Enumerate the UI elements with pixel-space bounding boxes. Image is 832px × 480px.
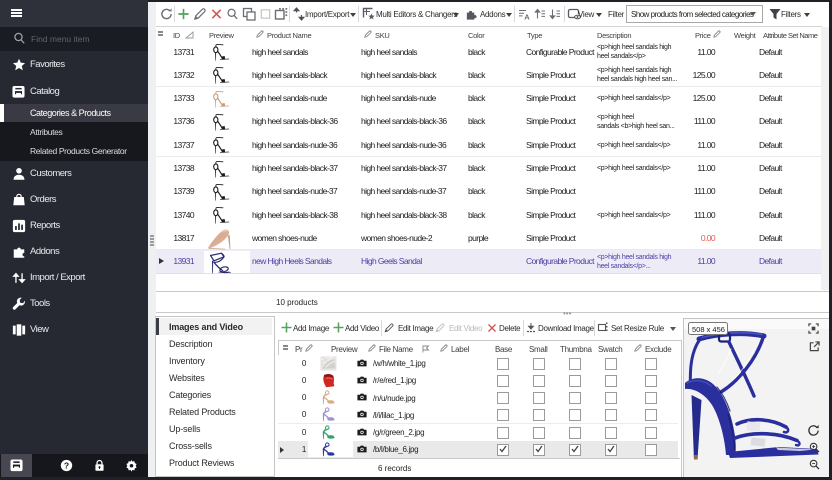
svg-text:?: ? — [64, 460, 69, 470]
svg-text:A: A — [524, 13, 530, 21]
